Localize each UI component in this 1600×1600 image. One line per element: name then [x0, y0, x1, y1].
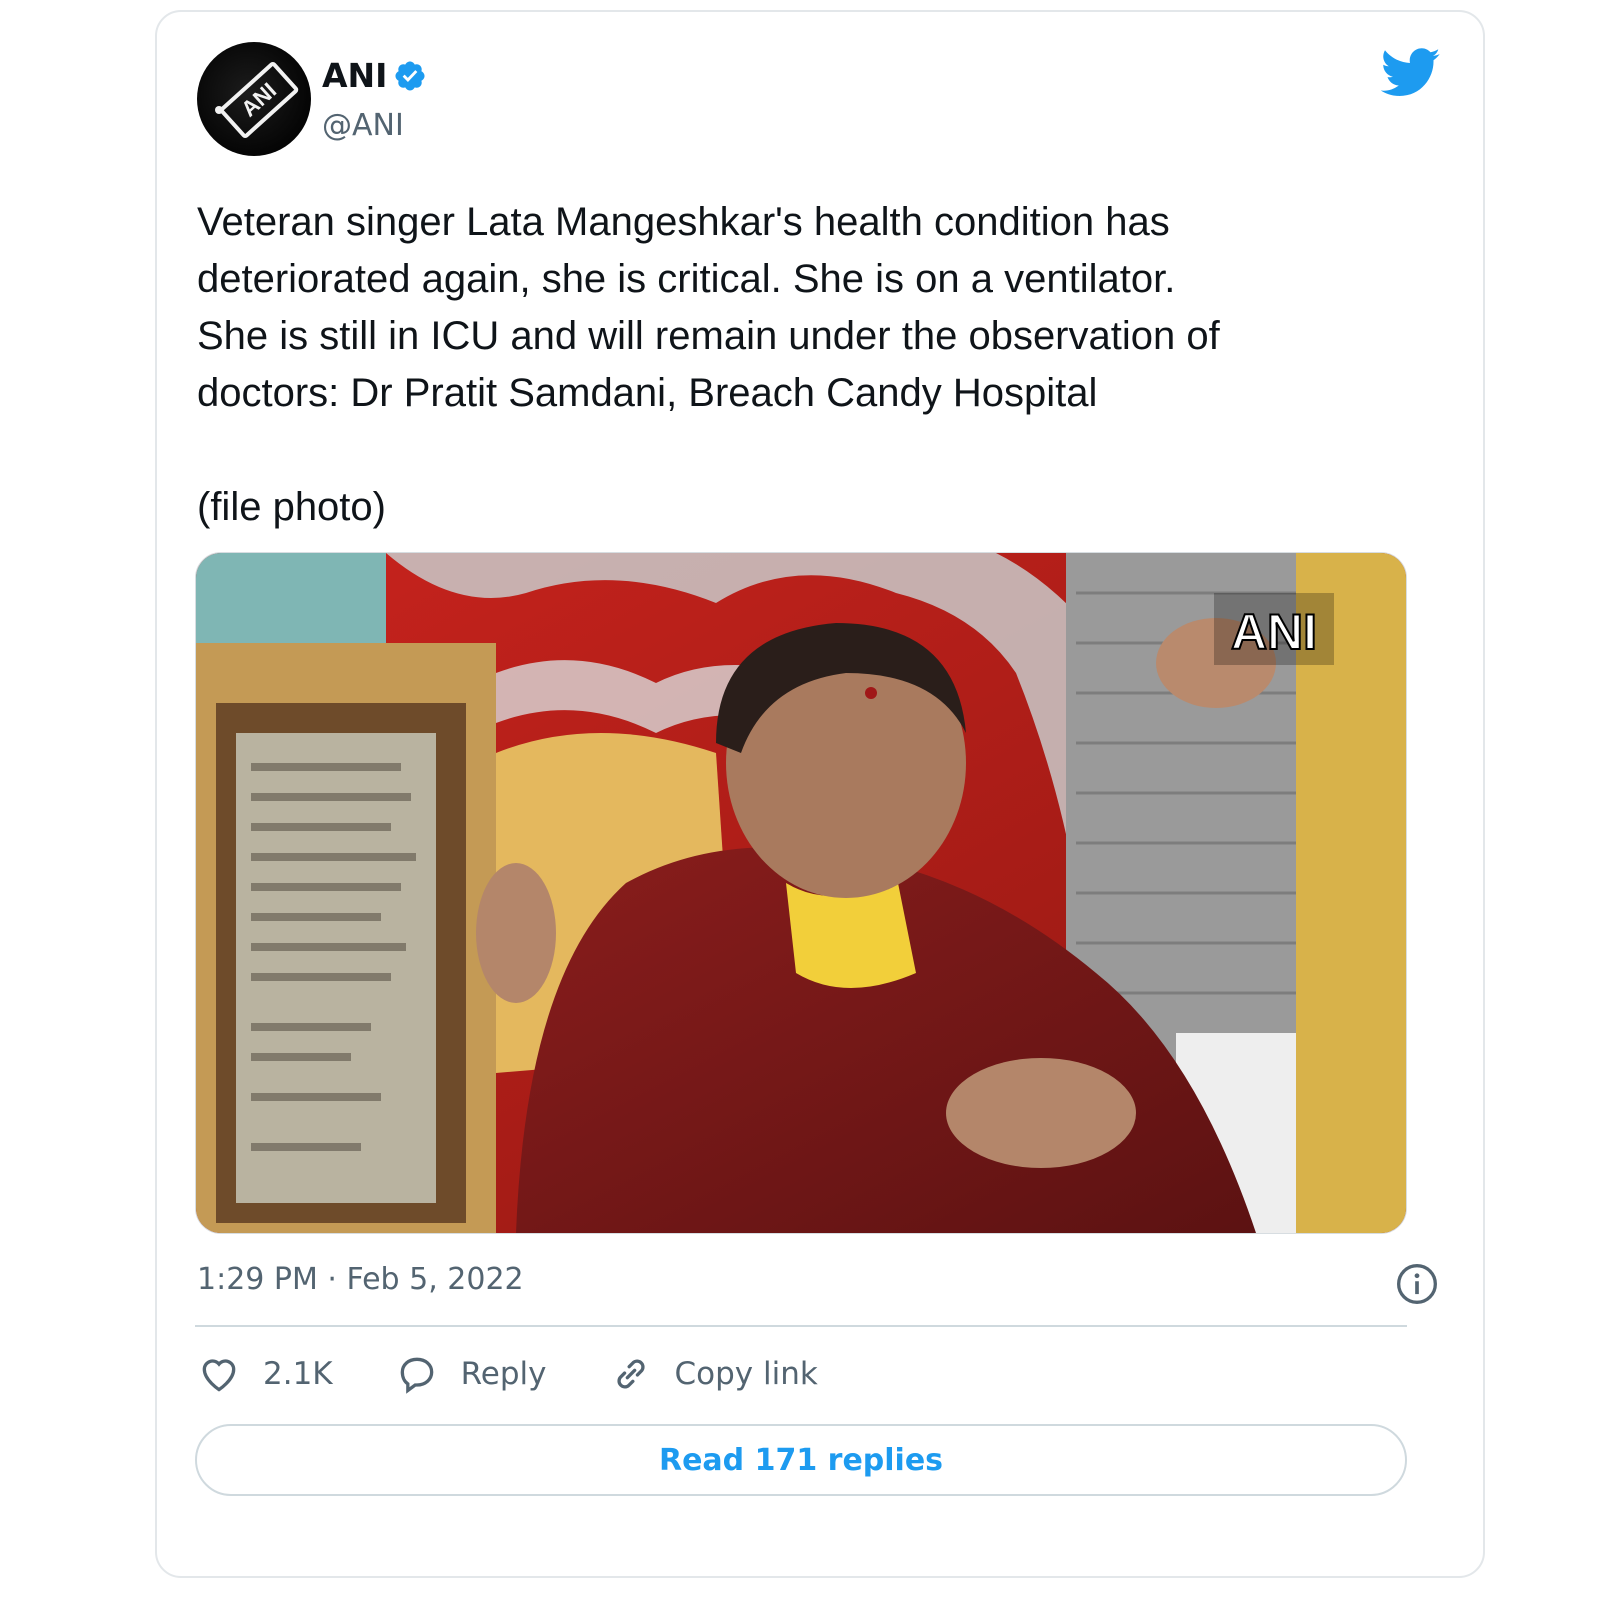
tweet-photo[interactable]: ANI [195, 552, 1407, 1234]
verified-badge-icon [395, 60, 425, 91]
photo-illustration: ANI [196, 553, 1406, 1233]
copy-link-button[interactable]: Copy link [609, 1352, 818, 1396]
reply-label: Reply [460, 1356, 547, 1392]
divider [195, 1325, 1407, 1327]
media-watermark: ANI [1231, 604, 1317, 660]
reply-button[interactable]: Reply [395, 1352, 547, 1396]
speech-bubble-icon [400, 1357, 433, 1394]
heart-icon [202, 1359, 236, 1392]
avatar-logo: ANI [218, 60, 300, 140]
like-button[interactable]: 2.1K [197, 1352, 333, 1396]
avatar[interactable]: ANI [197, 42, 311, 156]
link-icon [616, 1359, 645, 1389]
info-icon[interactable] [1395, 1262, 1439, 1306]
like-count: 2.1K [263, 1356, 333, 1392]
tweet-timestamp[interactable]: 1:29 PM · Feb 5, 2022 [197, 1262, 524, 1297]
twitter-bird-icon[interactable] [1381, 48, 1441, 98]
author-name[interactable]: ANI [322, 56, 387, 95]
author-name-row[interactable]: ANI [322, 56, 427, 95]
tweet-card: ANI ANI @ANI Veteran singer Lata Mangesh… [155, 10, 1485, 1578]
action-bar: 2.1K Reply Copy link [197, 1352, 880, 1396]
read-replies-button[interactable]: Read 171 replies [195, 1424, 1407, 1496]
copy-link-label: Copy link [674, 1356, 818, 1392]
tweet-text: Veteran singer Lata Mangeshkar's health … [197, 200, 1220, 529]
author-handle[interactable]: @ANI [322, 108, 404, 143]
